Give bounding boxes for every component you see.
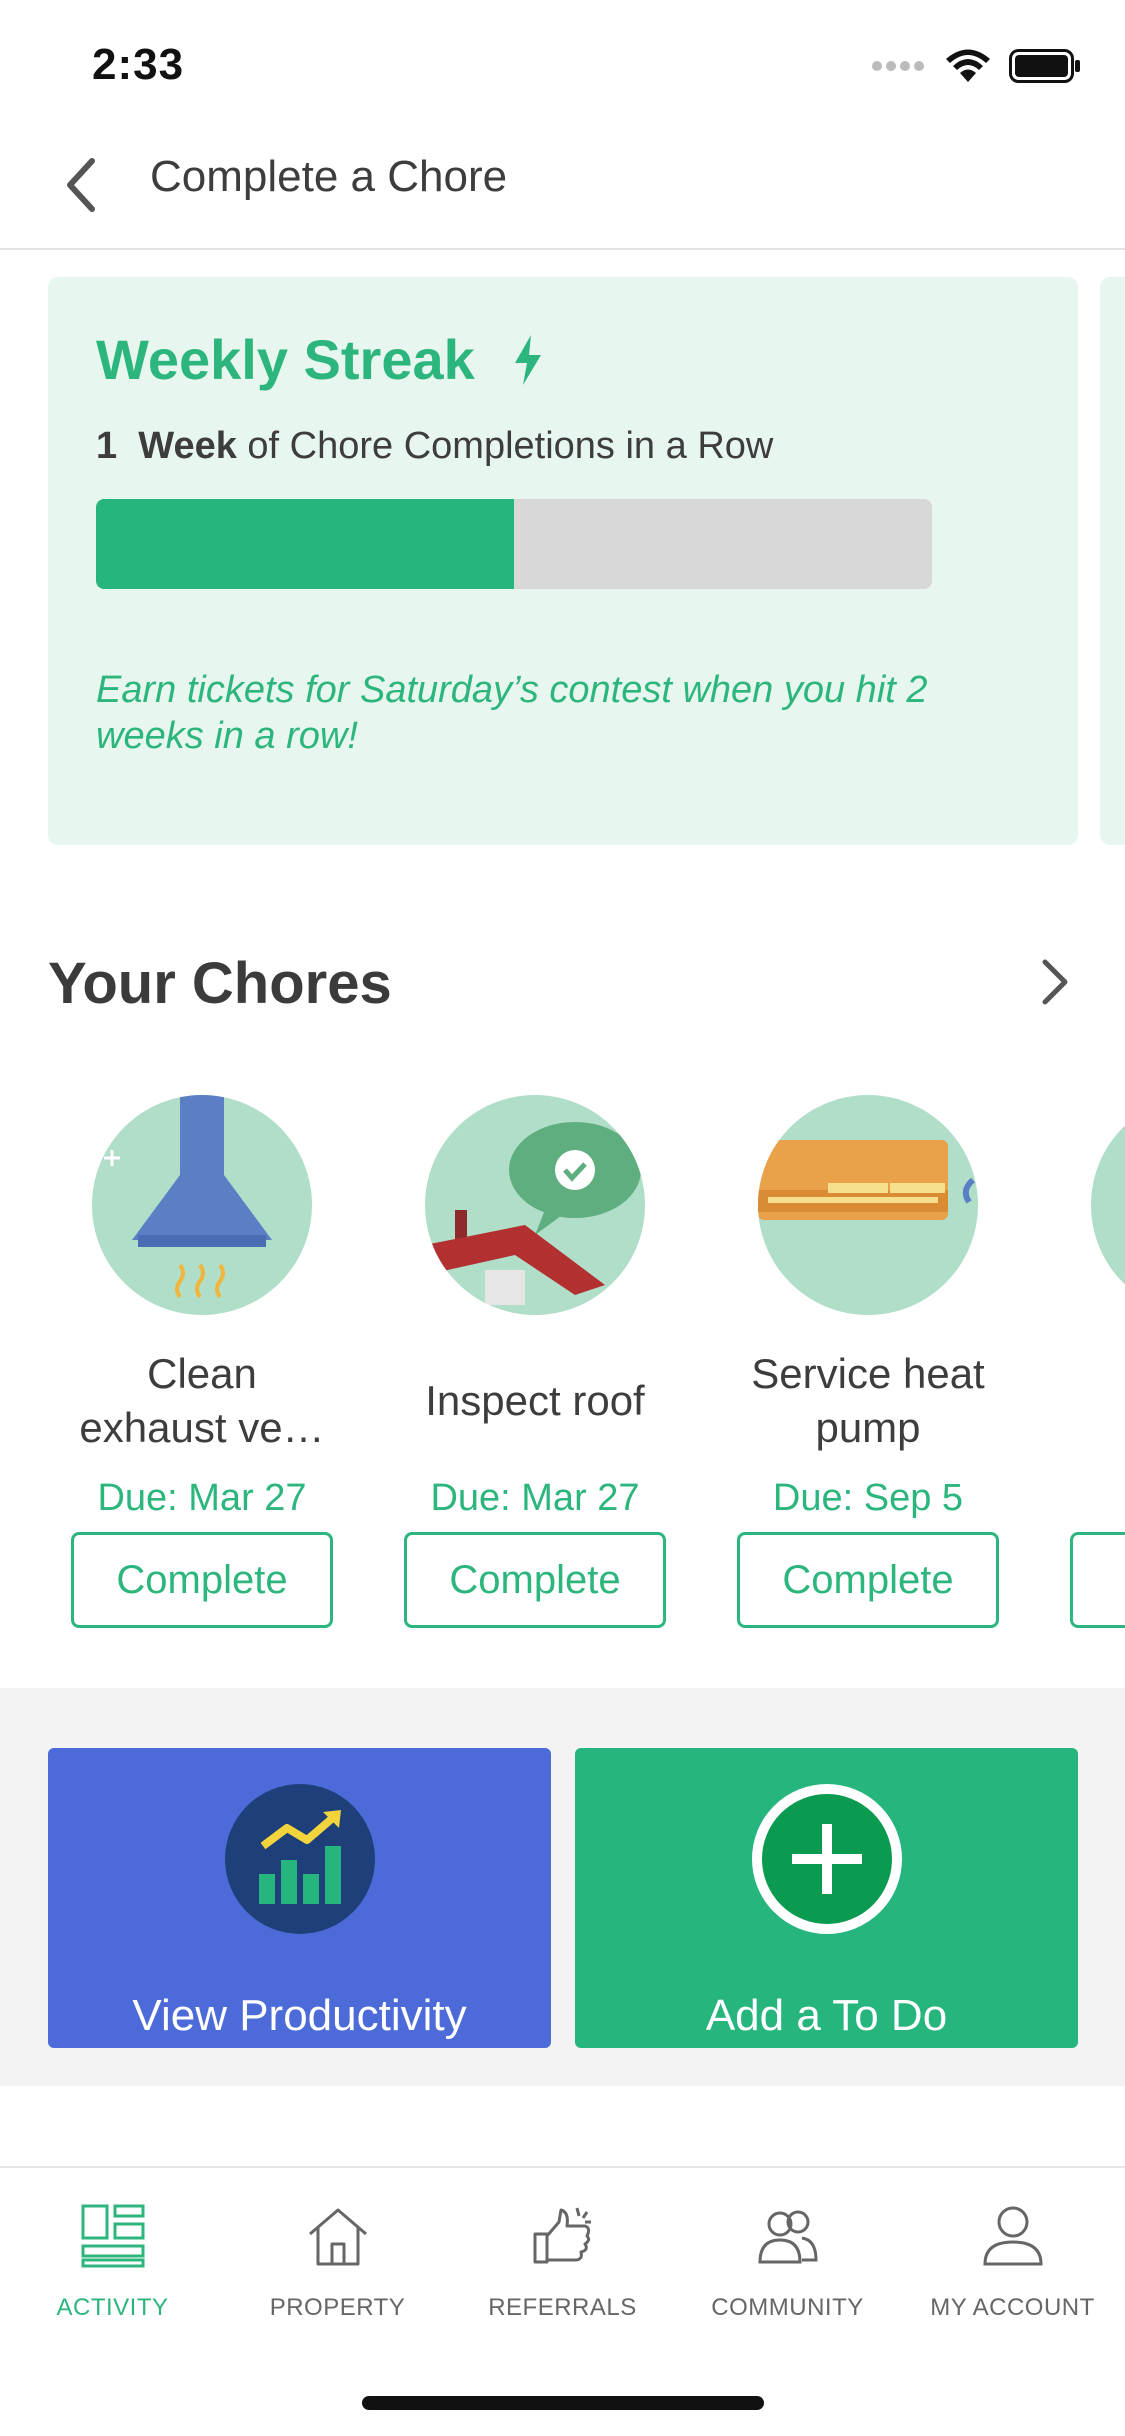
chore-name: Inspect roof bbox=[425, 1377, 645, 1424]
tab-community[interactable]: COMMUNITY bbox=[675, 2198, 900, 2322]
wifi-icon bbox=[945, 48, 991, 89]
your-chores-title: Your Chores bbox=[48, 951, 392, 1016]
complete-button[interactable]: C bbox=[1070, 1532, 1125, 1628]
tab-label: ACTIVITY bbox=[56, 2294, 169, 2321]
complete-button[interactable]: Complete bbox=[404, 1532, 666, 1628]
see-all-chores-button[interactable] bbox=[1030, 952, 1080, 1012]
chevron-right-icon bbox=[1042, 959, 1068, 1005]
complete-button[interactable]: Complete bbox=[71, 1532, 333, 1628]
people-icon bbox=[675, 2198, 900, 2274]
lightning-bolt-icon bbox=[514, 334, 541, 385]
chore-due-date: D bbox=[1070, 1477, 1125, 1520]
chore-card: Inspect roof Due: Mar 27 Complete bbox=[404, 1095, 666, 1628]
roof-check-icon bbox=[425, 1095, 645, 1315]
tab-my-account[interactable]: MY ACCOUNT bbox=[900, 2198, 1125, 2322]
chores-carousel[interactable]: Clean exhaust ve… Due: Mar 27 Complete I… bbox=[0, 1095, 1125, 1645]
chore-name: Service heat pump bbox=[751, 1350, 985, 1451]
thumbs-up-icon bbox=[450, 2198, 675, 2274]
view-productivity-button[interactable]: View Productivity bbox=[48, 1748, 551, 2048]
streak-progress-fill bbox=[96, 499, 514, 589]
streak-note: Earn tickets for Saturday’s contest when… bbox=[96, 669, 928, 757]
tab-label: MY ACCOUNT bbox=[930, 2294, 1095, 2321]
chore-card: Service heat pump Due: Sep 5 Complete bbox=[737, 1095, 999, 1628]
chevron-left-icon bbox=[67, 158, 95, 212]
chore-name: r bbox=[1070, 1331, 1125, 1471]
chore-name: Clean exhaust ve… bbox=[79, 1350, 325, 1451]
page-title: Complete a Chore bbox=[150, 152, 508, 201]
status-icons bbox=[871, 48, 1081, 89]
streak-title: Weekly Streak bbox=[96, 328, 475, 391]
add-todo-label: Add a To Do bbox=[705, 1991, 948, 2040]
tab-label: REFERRALS bbox=[488, 2294, 637, 2321]
streak-count: 1 bbox=[96, 425, 118, 467]
streak-unit: Week bbox=[138, 425, 237, 467]
home-indicator[interactable] bbox=[362, 2396, 764, 2410]
next-card-peek[interactable] bbox=[1100, 277, 1125, 845]
tab-activity[interactable]: ACTIVITY bbox=[0, 2198, 225, 2322]
tab-referrals[interactable]: REFERRALS bbox=[450, 2198, 675, 2322]
person-icon bbox=[900, 2198, 1125, 2274]
productivity-chart-icon bbox=[224, 1784, 375, 1934]
add-circle-icon bbox=[751, 1784, 902, 1934]
tab-label: COMMUNITY bbox=[711, 2294, 864, 2321]
status-time: 2:33 bbox=[92, 40, 185, 89]
signal-icon bbox=[871, 59, 927, 78]
chore-card: r D C bbox=[1070, 1095, 1125, 1628]
complete-button[interactable]: Complete bbox=[737, 1532, 999, 1628]
heat-pump-icon bbox=[758, 1095, 978, 1315]
streak-subtitle-rest: of Chore Completions in a Row bbox=[247, 425, 774, 467]
tab-property[interactable]: PROPERTY bbox=[225, 2198, 450, 2322]
streak-progress-bar bbox=[96, 499, 932, 589]
activity-icon bbox=[0, 2198, 225, 2274]
back-button[interactable] bbox=[50, 145, 110, 225]
nav-header: Complete a Chore bbox=[0, 135, 1125, 250]
tab-label: PROPERTY bbox=[269, 2294, 406, 2321]
chore-icon bbox=[1091, 1095, 1125, 1315]
chore-due-date: Due: Mar 27 bbox=[97, 1477, 307, 1519]
streak-subtitle: 1 Week of Chore Completions in a Row bbox=[96, 425, 773, 468]
status-bar: 2:33 bbox=[0, 0, 1125, 135]
exhaust-hood-icon bbox=[92, 1095, 312, 1315]
add-todo-button[interactable]: Add a To Do bbox=[575, 1748, 1078, 2048]
chore-due-date: Due: Sep 5 bbox=[772, 1477, 964, 1519]
house-icon bbox=[225, 2198, 450, 2274]
streak-title-row: Weekly Streak bbox=[96, 327, 545, 392]
chore-due-date: Due: Mar 27 bbox=[430, 1477, 640, 1519]
battery-icon bbox=[1009, 49, 1081, 88]
actions-section: View Productivity Add a To Do bbox=[0, 1688, 1125, 2086]
view-productivity-label: View Productivity bbox=[132, 1991, 467, 2040]
chore-card: Clean exhaust ve… Due: Mar 27 Complete bbox=[71, 1095, 333, 1628]
weekly-streak-card: Weekly Streak 1 Week of Chore Completion… bbox=[48, 277, 1078, 845]
